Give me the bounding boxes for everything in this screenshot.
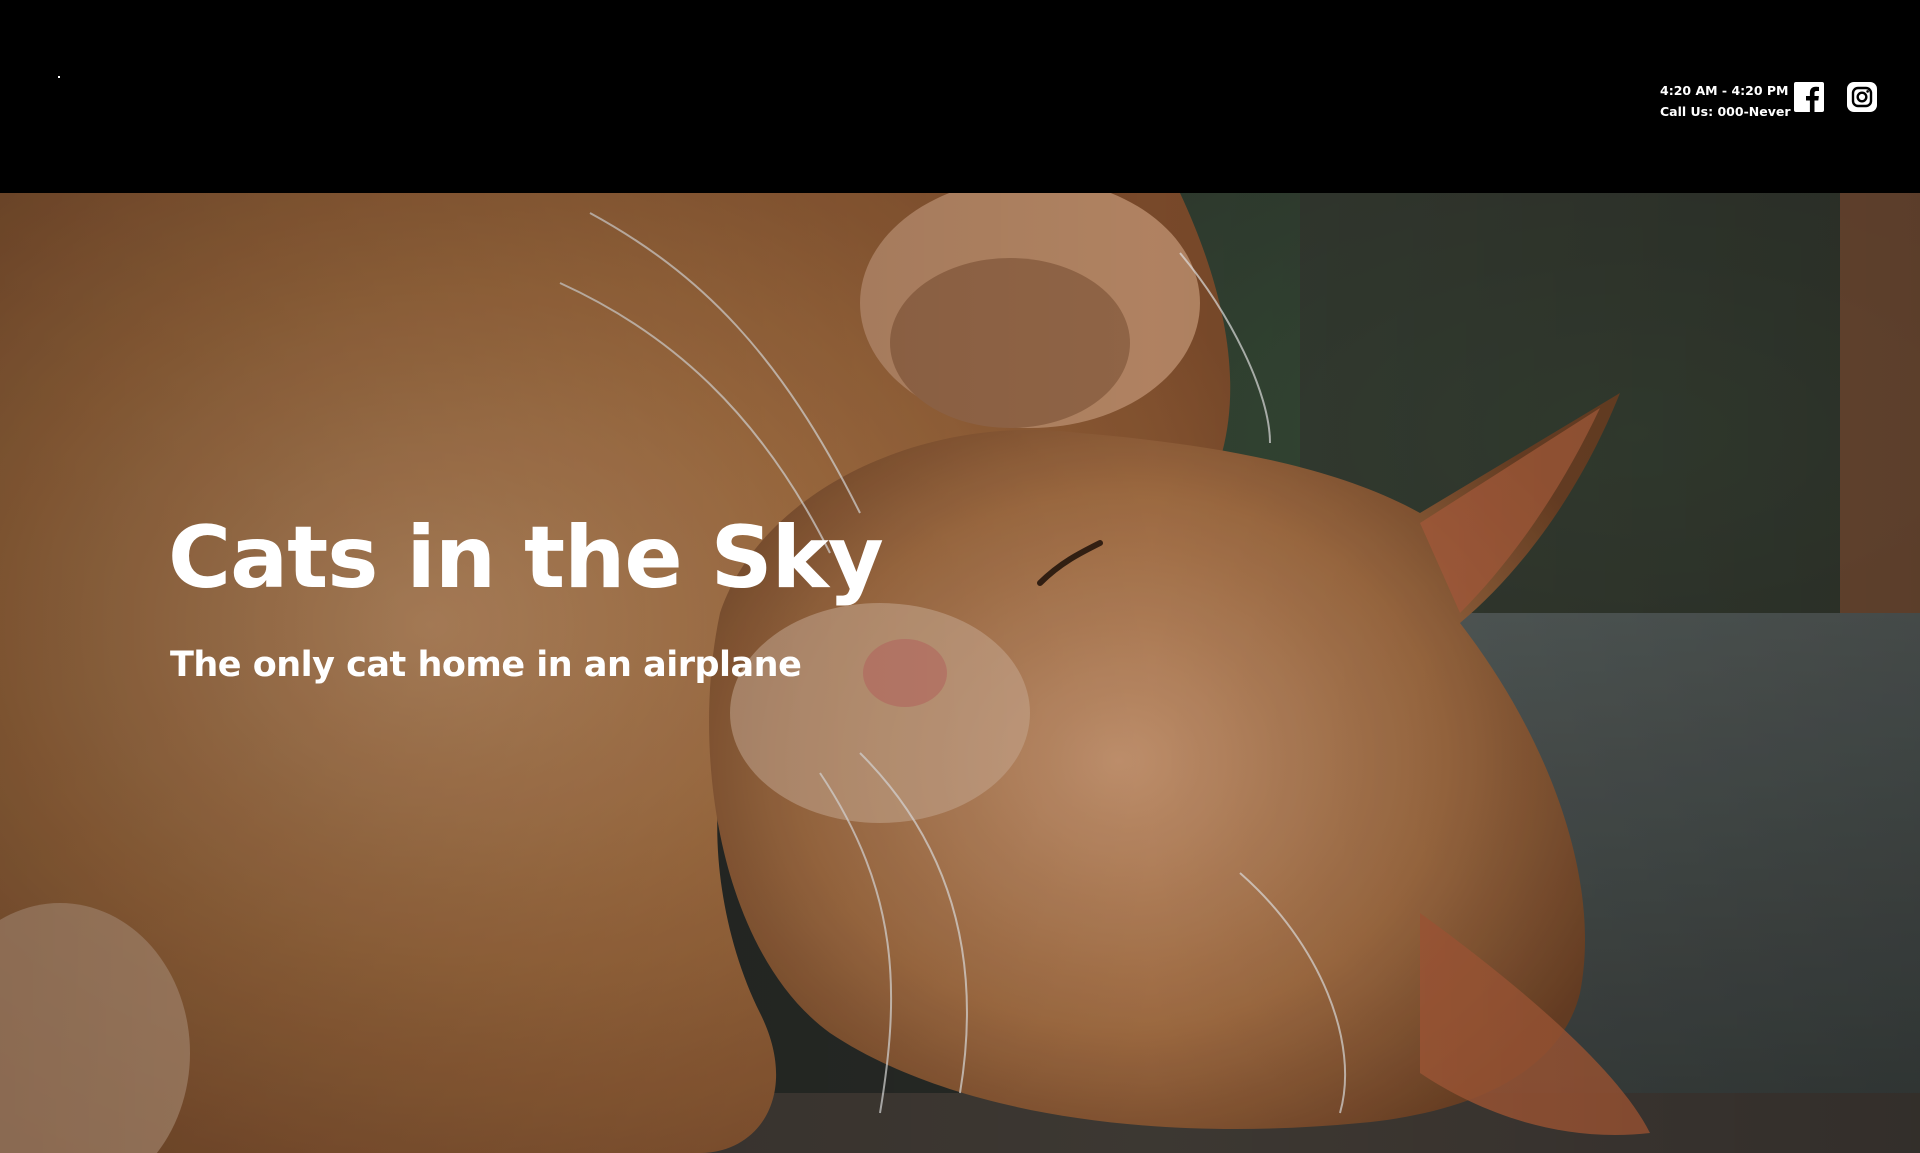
contact-info: 4:20 AM - 4:20 PM Call Us: 000-Never <box>1660 80 1790 122</box>
hero-subtitle: The only cat home in an airplane <box>170 645 802 685</box>
logo[interactable] <box>58 76 60 78</box>
phone-number[interactable]: Call Us: 000-Never <box>1660 101 1790 122</box>
site-header: 4:20 AM - 4:20 PM Call Us: 000-Never <box>0 0 1920 193</box>
instagram-icon[interactable] <box>1847 82 1877 112</box>
hero-title: Cats in the Sky <box>168 508 884 608</box>
facebook-icon[interactable] <box>1794 82 1824 112</box>
hero-section: Cats in the Sky The only cat home in an … <box>0 193 1920 1153</box>
business-hours: 4:20 AM - 4:20 PM <box>1660 83 1789 98</box>
